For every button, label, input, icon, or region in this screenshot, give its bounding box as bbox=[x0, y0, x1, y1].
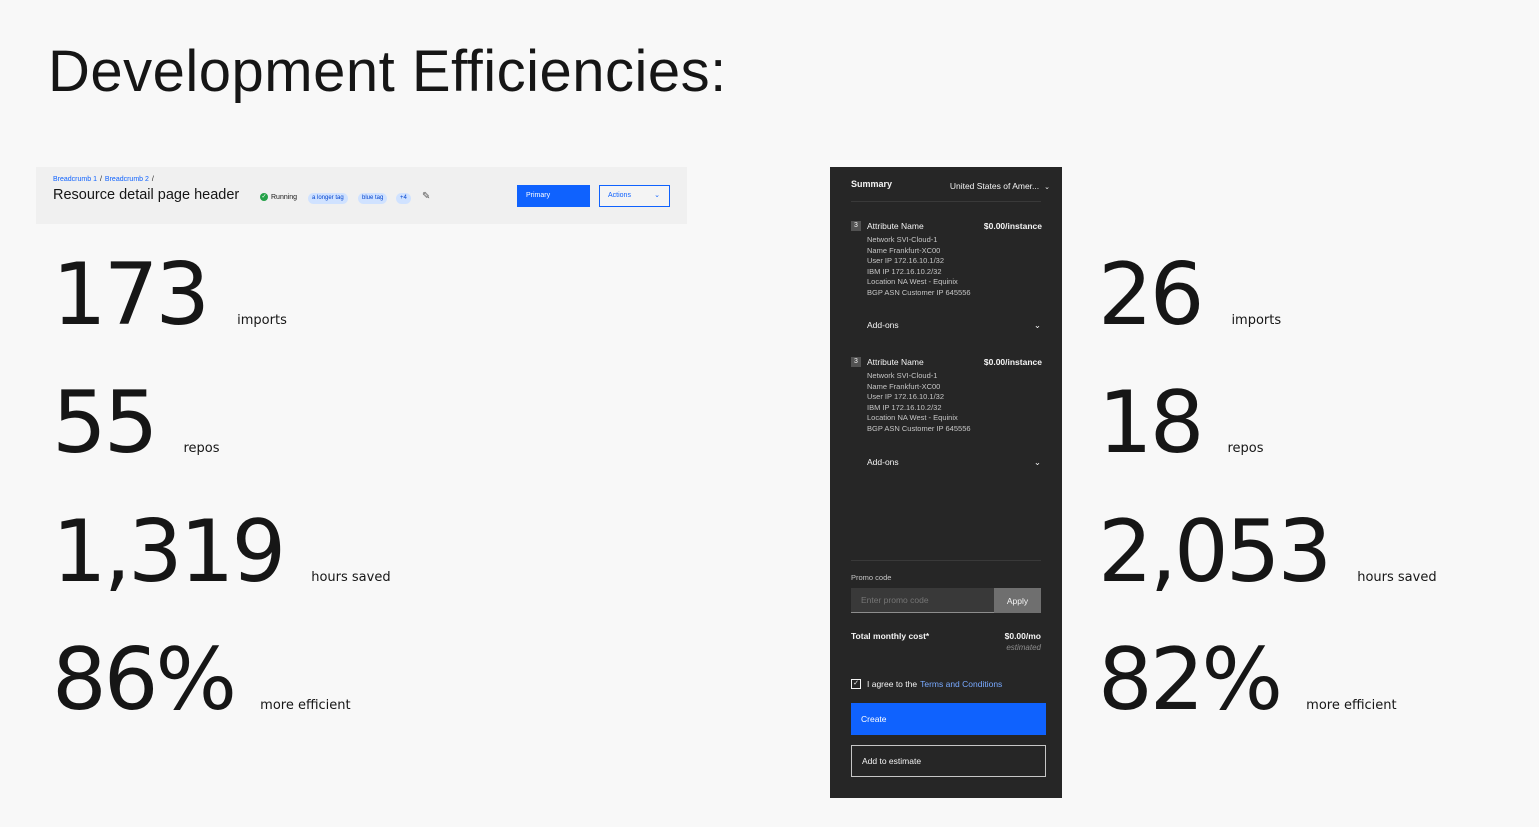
breadcrumb-item-1[interactable]: Breadcrumb 1 bbox=[53, 176, 97, 183]
stat-value: 26 bbox=[1098, 245, 1204, 345]
stat-right-efficiency: 82% more efficient bbox=[1098, 637, 1397, 723]
detail-line: Name Frankfurt-XC00 bbox=[867, 245, 941, 255]
summary-item: 3 Attribute Name $0.00/instance Network … bbox=[851, 221, 1042, 298]
terms-link[interactable]: Terms and Conditions bbox=[920, 679, 1002, 689]
breadcrumb-separator: / bbox=[99, 176, 102, 183]
detail-line: Name Frankfurt-XC00 bbox=[867, 381, 941, 391]
stat-right-repos: 18 repos bbox=[1098, 380, 1263, 466]
resource-header-card: Breadcrumb 1/Breadcrumb 2/ Resource deta… bbox=[36, 167, 687, 224]
item-details: Network SVI-Cloud-1 Name Frankfurt-XC00 … bbox=[867, 371, 1042, 434]
item-price: $0.00/instance bbox=[983, 221, 1042, 231]
stat-value: 1,319 bbox=[52, 502, 286, 602]
addons-label: Add-ons bbox=[867, 457, 899, 467]
stat-left-imports: 173 imports bbox=[52, 252, 287, 338]
primary-button[interactable]: Primary bbox=[517, 185, 590, 207]
stat-value: 18 bbox=[1098, 373, 1204, 473]
detail-line: User IP 172.16.10.1/32 bbox=[867, 256, 944, 265]
stat-label: imports bbox=[237, 313, 287, 328]
stat-label: hours saved bbox=[1357, 570, 1437, 585]
detail-line: User IP 172.16.10.1/32 bbox=[867, 392, 944, 401]
stat-value: 173 bbox=[52, 245, 210, 345]
detail-line: IBM IP 172.16.10.2/32 bbox=[867, 266, 942, 276]
resource-title: Resource detail page header bbox=[53, 187, 240, 203]
summary-panel: Summary United States of Amer... ⌄ 3 Attr… bbox=[830, 167, 1062, 798]
add-to-estimate-button[interactable]: Add to estimate bbox=[851, 745, 1046, 777]
divider bbox=[851, 560, 1041, 561]
stat-label: hours saved bbox=[311, 570, 391, 585]
stat-left-hours: 1,319 hours saved bbox=[52, 509, 391, 595]
detail-line: Location NA West - Equinix bbox=[867, 277, 958, 286]
stat-label: imports bbox=[1231, 313, 1282, 328]
detail-line: Network SVI-Cloud-1 bbox=[867, 371, 938, 380]
chevron-down-icon: ⌄ bbox=[654, 192, 660, 199]
count-badge: 3 bbox=[851, 357, 861, 367]
stat-label: repos bbox=[1227, 441, 1264, 456]
total-cost-value: $0.00/mo bbox=[1004, 631, 1041, 641]
summary-heading: Summary bbox=[851, 179, 893, 189]
breadcrumb-separator: / bbox=[151, 176, 154, 183]
detail-line: Network SVI-Cloud-1 bbox=[867, 235, 938, 244]
stat-right-imports: 26 imports bbox=[1098, 252, 1281, 338]
status-indicator: ✓ Running bbox=[260, 193, 297, 201]
divider bbox=[851, 201, 1041, 202]
stat-label: more efficient bbox=[1306, 698, 1397, 713]
status-label: Running bbox=[271, 193, 298, 201]
item-price: $0.00/instance bbox=[983, 357, 1042, 367]
breadcrumb-item-2[interactable]: Breadcrumb 2 bbox=[105, 176, 149, 183]
promo-code-label: Promo code bbox=[851, 573, 892, 582]
stat-label: repos bbox=[183, 441, 220, 456]
promo-code-input[interactable] bbox=[851, 588, 994, 613]
chevron-down-icon: ⌄ bbox=[1044, 184, 1050, 191]
checkmark-filled-icon: ✓ bbox=[260, 193, 268, 201]
region-dropdown[interactable]: United States of Amer... ⌄ bbox=[950, 181, 1050, 191]
stat-value: 86% bbox=[52, 630, 237, 730]
addons-accordion[interactable]: Add-ons ⌄ bbox=[867, 320, 1041, 331]
item-name: Attribute Name bbox=[867, 221, 924, 231]
item-details: Network SVI-Cloud-1 Name Frankfurt-XC00 … bbox=[867, 235, 1042, 298]
addons-label: Add-ons bbox=[867, 320, 899, 330]
create-button[interactable]: Create bbox=[851, 703, 1046, 735]
count-badge: 3 bbox=[851, 221, 861, 231]
stat-right-hours: 2,053 hours saved bbox=[1098, 509, 1437, 595]
pencil-icon[interactable]: ✎ bbox=[422, 191, 430, 202]
detail-line: IBM IP 172.16.10.2/32 bbox=[867, 402, 942, 412]
actions-dropdown[interactable]: Actions ⌄ bbox=[599, 185, 670, 207]
total-cost-label: Total monthly cost* bbox=[851, 631, 930, 641]
chevron-down-icon: ⌄ bbox=[1033, 320, 1041, 330]
stat-value: 55 bbox=[52, 373, 158, 473]
stat-left-repos: 55 repos bbox=[52, 380, 219, 466]
apply-button[interactable]: Apply bbox=[994, 588, 1041, 613]
breadcrumb: Breadcrumb 1/Breadcrumb 2/ bbox=[53, 176, 157, 183]
detail-line: BGP ASN Customer IP 645556 bbox=[867, 423, 971, 433]
terms-agreement: ✓ I agree to the Terms and Conditions bbox=[851, 679, 1002, 689]
stat-value: 82% bbox=[1098, 630, 1283, 730]
tag-overflow[interactable]: +4 bbox=[396, 193, 411, 204]
actions-label: Actions bbox=[608, 192, 631, 199]
detail-line: BGP ASN Customer IP 645556 bbox=[867, 287, 971, 297]
tag-longer[interactable]: a longer tag bbox=[308, 193, 348, 204]
chevron-down-icon: ⌄ bbox=[1033, 457, 1041, 467]
stat-value: 2,053 bbox=[1098, 502, 1332, 602]
stat-left-efficiency: 86% more efficient bbox=[52, 637, 351, 723]
terms-checkbox[interactable]: ✓ bbox=[851, 679, 861, 689]
total-cost-note: estimated bbox=[1006, 643, 1041, 652]
tag-blue[interactable]: blue tag bbox=[358, 193, 388, 204]
stat-label: more efficient bbox=[260, 698, 351, 713]
page-title: Development Efficiencies: bbox=[48, 39, 727, 104]
detail-line: Location NA West - Equinix bbox=[867, 413, 958, 422]
agree-text: I agree to the bbox=[867, 679, 918, 689]
item-name: Attribute Name bbox=[867, 357, 924, 367]
addons-accordion[interactable]: Add-ons ⌄ bbox=[867, 457, 1041, 468]
summary-item: 3 Attribute Name $0.00/instance Network … bbox=[851, 357, 1042, 434]
region-value: United States of Amer... bbox=[949, 181, 1040, 191]
